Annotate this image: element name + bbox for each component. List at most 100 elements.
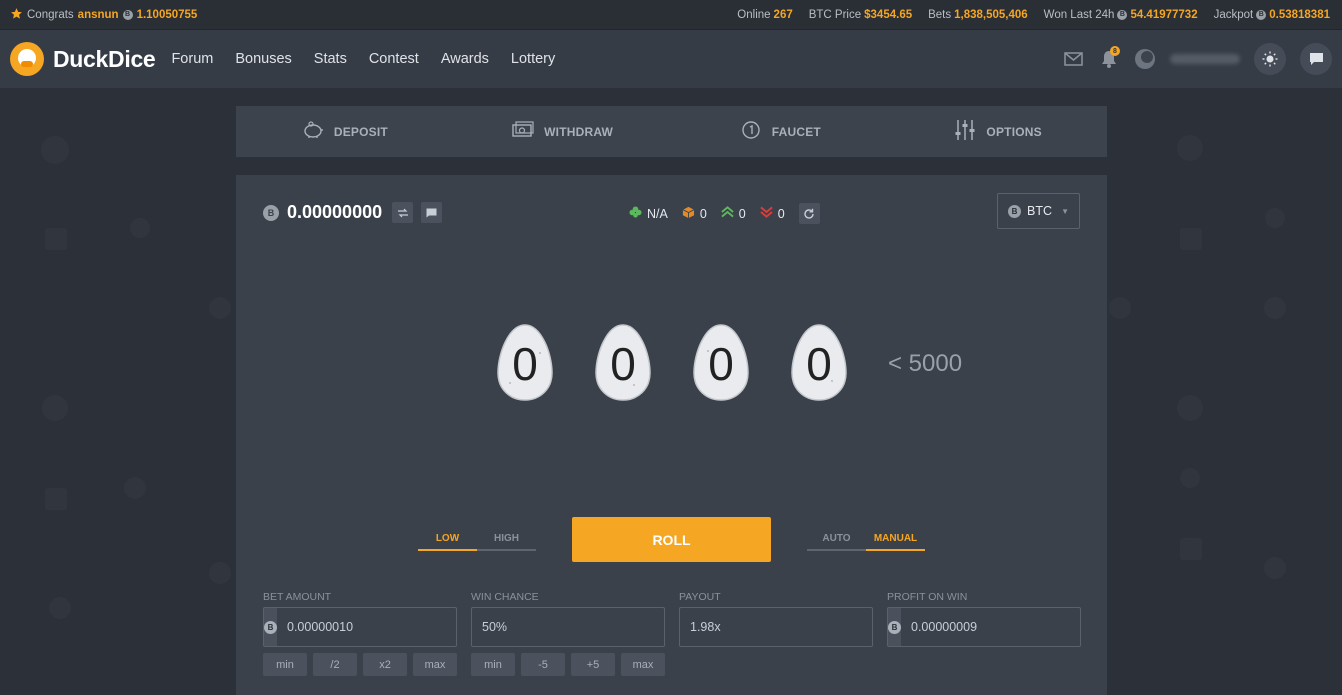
- profit-on-win-group: PROFIT ON WIN B: [887, 591, 1082, 676]
- nav-link-lottery[interactable]: Lottery: [511, 51, 555, 67]
- duck-logo-icon[interactable]: [10, 42, 44, 76]
- btc-coin-icon: B: [264, 608, 277, 646]
- egg-digit: 0: [496, 323, 554, 403]
- bet-amount-label: BET AMOUNT: [263, 591, 332, 603]
- bet-double-button[interactable]: x2: [363, 653, 407, 676]
- transfer-button[interactable]: [392, 202, 414, 223]
- deposit-label: DEPOSIT: [333, 124, 388, 139]
- btc-coin-icon: B: [888, 608, 901, 646]
- balance-row: B 0.00000000: [263, 202, 443, 223]
- balance-amount: 0.00000000: [287, 202, 383, 222]
- losses-count: 0: [777, 206, 785, 221]
- currency-select[interactable]: B BTC ▼: [997, 193, 1080, 229]
- nav-link-contest[interactable]: Contest: [369, 51, 419, 67]
- congrats-amount: 1.10050755: [136, 8, 198, 21]
- payout-group: PAYOUT: [679, 591, 873, 676]
- double-chevron-down-icon: [760, 206, 773, 221]
- online-value: 267: [773, 8, 793, 21]
- top-ticker: Congrats ansnun B 1.10050755 Online 267 B…: [0, 0, 1342, 30]
- cash-icon: [512, 121, 534, 142]
- bet-half-button[interactable]: /2: [313, 653, 357, 676]
- manual-tab[interactable]: MANUAL: [866, 533, 925, 551]
- roll-result-eggs: 0 0 0 0: [496, 323, 848, 403]
- bets-label: Bets: [928, 8, 952, 21]
- congrats-user[interactable]: ansnun: [78, 9, 119, 21]
- won-label: Won Last 24h: [1043, 8, 1115, 21]
- roll-button[interactable]: ROLL: [572, 517, 771, 562]
- digit-1: 0: [610, 338, 636, 390]
- options-button[interactable]: OPTIONS: [889, 119, 1107, 144]
- digit-0: 0: [512, 338, 538, 390]
- username-blurred[interactable]: [1170, 54, 1240, 64]
- chance-min-button[interactable]: min: [471, 653, 515, 676]
- btc-coin-icon: B: [263, 204, 279, 221]
- bets-value: 1,838,505,406: [954, 8, 1028, 21]
- nav-link-forum[interactable]: Forum: [171, 51, 213, 67]
- congrats-label: Congrats: [27, 8, 74, 21]
- withdraw-button[interactable]: WITHDRAW: [454, 121, 672, 142]
- bet-fields: BET AMOUNT B min /2 x2 max WIN CHANCE mi…: [263, 591, 1082, 676]
- btc-price-value: $3454.65: [864, 8, 913, 21]
- star-icon: [10, 7, 23, 23]
- refresh-stats-button[interactable]: [798, 203, 820, 224]
- auto-tab[interactable]: AUTO: [807, 533, 866, 551]
- notification-badge: 8: [1110, 46, 1120, 56]
- win-chance-input[interactable]: [472, 608, 664, 646]
- faucet-button[interactable]: FAUCET: [672, 121, 890, 142]
- profit-on-win-label: PROFIT ON WIN: [887, 591, 968, 603]
- egg-digit: 0: [790, 323, 848, 403]
- bet-min-button[interactable]: min: [263, 653, 307, 676]
- avatar[interactable]: [1134, 48, 1156, 70]
- digit-2: 0: [708, 338, 734, 390]
- nav-link-stats[interactable]: Stats: [314, 51, 347, 67]
- clover-icon: [629, 205, 642, 222]
- wins-count: 0: [738, 206, 746, 221]
- profit-on-win-input[interactable]: [901, 608, 1082, 646]
- btc-coin-icon: B: [1008, 204, 1021, 218]
- sliders-icon: [954, 119, 976, 144]
- btc-coin-icon: B: [1117, 9, 1128, 20]
- double-chevron-up-icon: [721, 206, 734, 221]
- btc-coin-icon: B: [122, 9, 133, 20]
- chance-minus-five-button[interactable]: -5: [521, 653, 565, 676]
- luck-value: N/A: [647, 206, 668, 221]
- high-tab[interactable]: HIGH: [477, 533, 536, 551]
- coin-one-icon: [740, 121, 762, 142]
- brand-name[interactable]: DuckDice: [53, 46, 156, 73]
- options-label: OPTIONS: [986, 124, 1042, 139]
- nav-link-bonuses[interactable]: Bonuses: [235, 51, 291, 67]
- session-stats: N/A 0 0 0: [629, 203, 820, 224]
- box-icon: [682, 206, 695, 222]
- digit-3: 0: [806, 338, 832, 390]
- balance-chat-button[interactable]: [421, 202, 443, 223]
- dice-panel: B 0.00000000 N/A 0 0 0 B BTC ▼ 0 0 0 0 <…: [236, 175, 1107, 695]
- action-bar: DEPOSIT WITHDRAW FAUCET OPTIONS: [236, 106, 1107, 157]
- low-tab[interactable]: LOW: [418, 533, 477, 551]
- payout-label: PAYOUT: [679, 591, 721, 603]
- chance-plus-five-button[interactable]: +5: [571, 653, 615, 676]
- withdraw-label: WITHDRAW: [544, 124, 614, 139]
- won-value: 54.41977732: [1130, 8, 1198, 21]
- main-nav: DuckDice Forum Bonuses Stats Contest Awa…: [0, 30, 1342, 88]
- faucet-label: FAUCET: [771, 124, 821, 139]
- auto-manual-toggle: AUTO MANUAL: [807, 533, 925, 551]
- low-high-toggle: LOW HIGH: [418, 533, 536, 551]
- bet-amount-group: BET AMOUNT B min /2 x2 max: [263, 591, 458, 676]
- btc-coin-icon: B: [1256, 9, 1267, 20]
- chance-max-button[interactable]: max: [621, 653, 665, 676]
- currency-selected: BTC: [1027, 204, 1052, 218]
- jackpot-value: 0.53818381: [1269, 8, 1330, 21]
- nav-link-awards[interactable]: Awards: [441, 51, 489, 67]
- theme-toggle-button[interactable]: [1254, 43, 1286, 75]
- egg-digit: 0: [692, 323, 750, 403]
- bell-icon[interactable]: 8: [1098, 46, 1120, 70]
- piggy-bank-icon: [302, 121, 324, 142]
- bet-amount-input[interactable]: [277, 608, 458, 646]
- payout-input[interactable]: [680, 608, 872, 646]
- deposit-button[interactable]: DEPOSIT: [236, 121, 454, 142]
- mail-icon[interactable]: [1062, 48, 1084, 70]
- chat-button[interactable]: [1300, 43, 1332, 75]
- bets-count: 0: [699, 206, 707, 221]
- bet-max-button[interactable]: max: [413, 653, 457, 676]
- btc-price-label: BTC Price: [808, 8, 862, 21]
